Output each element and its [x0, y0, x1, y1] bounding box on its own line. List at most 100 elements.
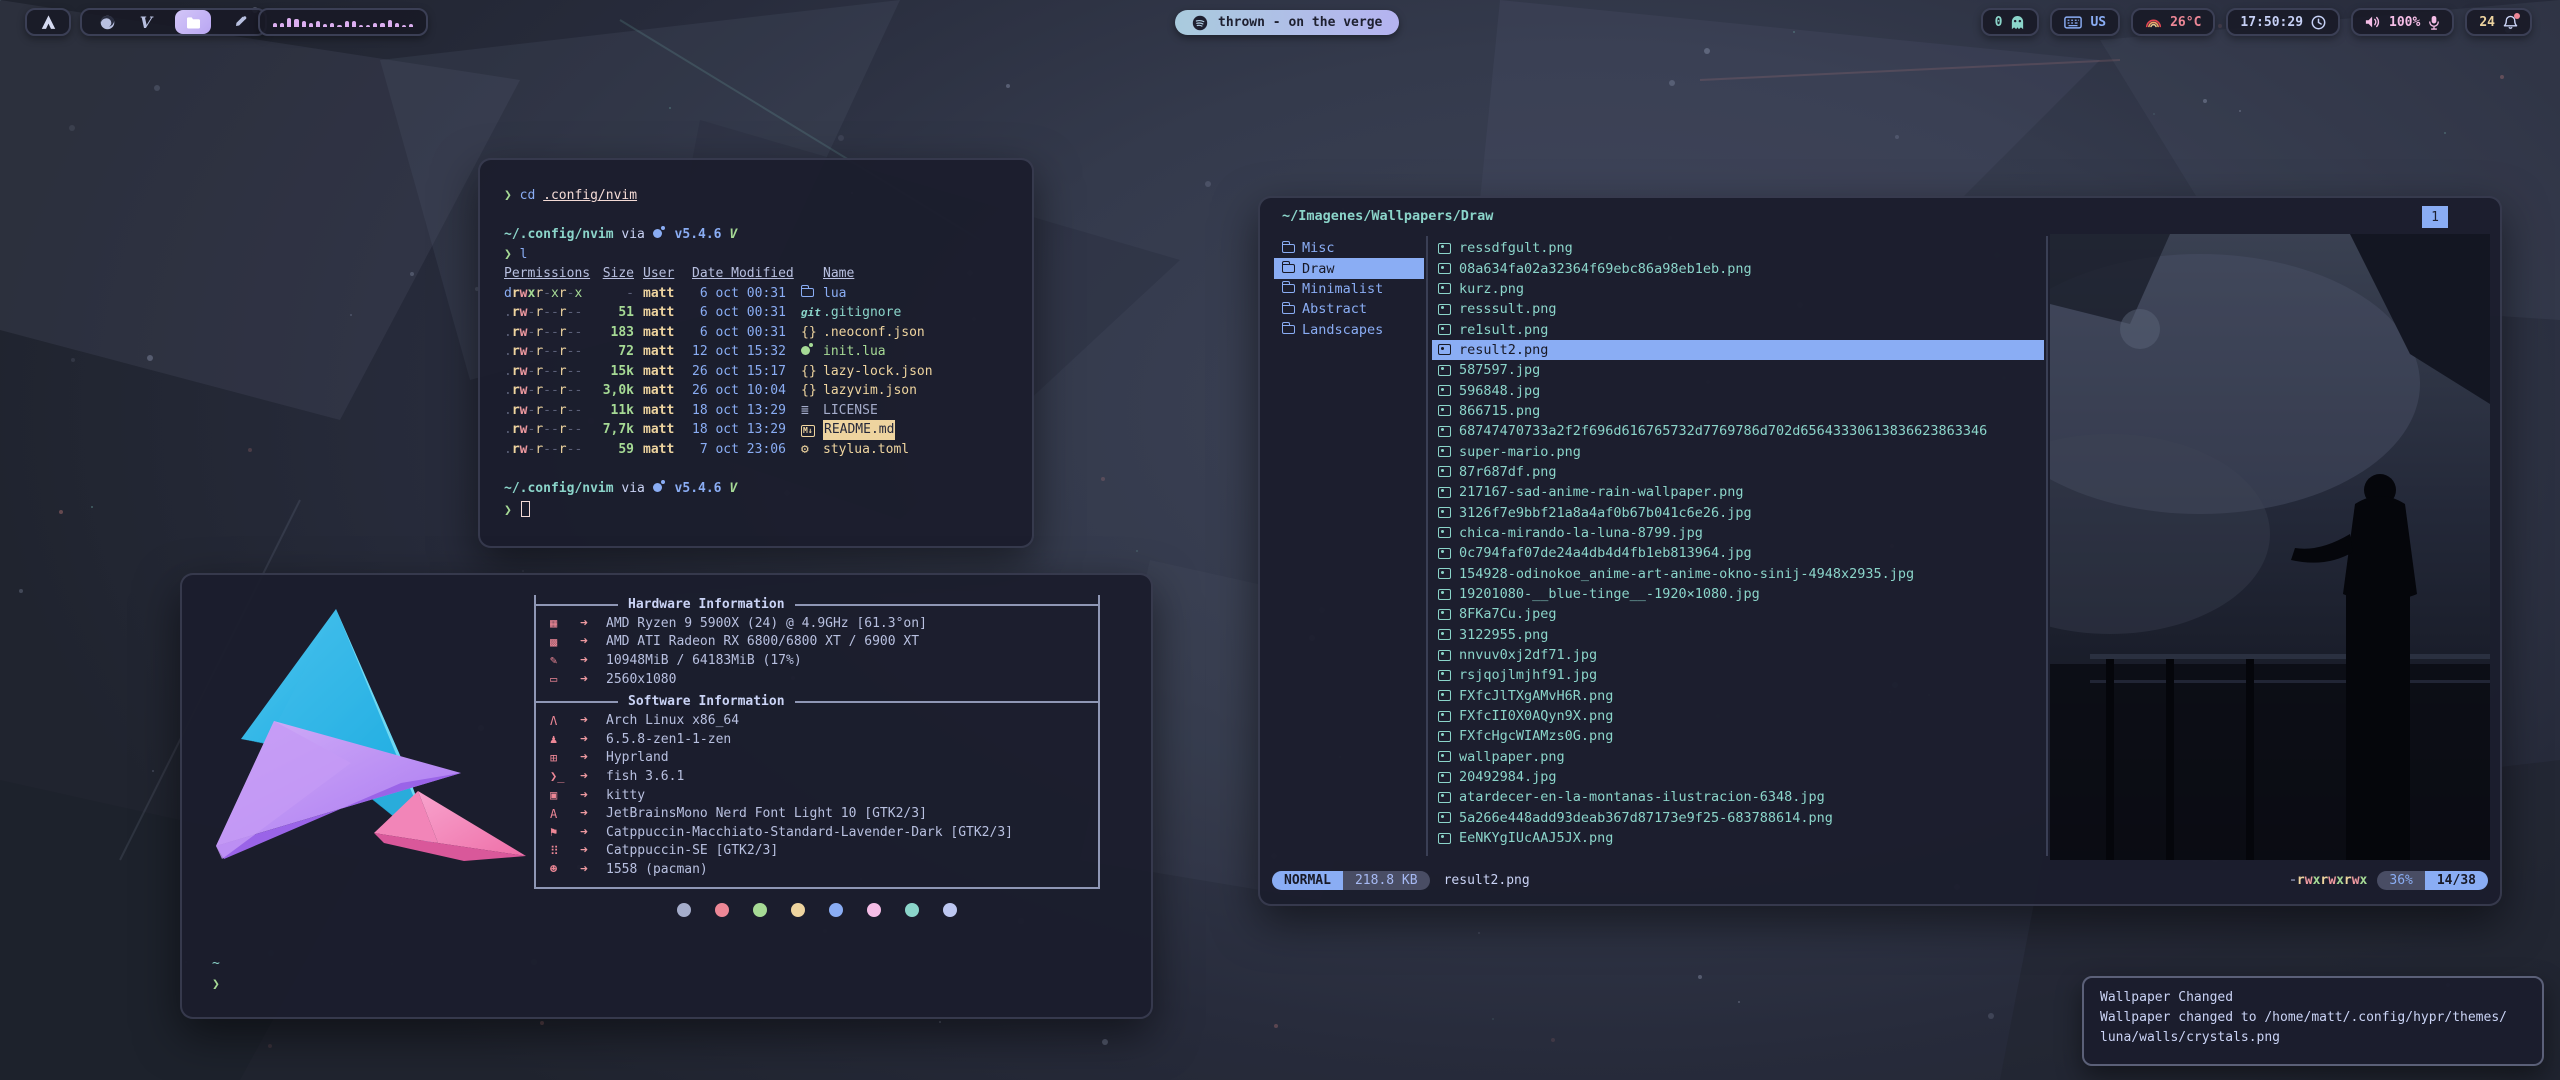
- updates-module[interactable]: 0: [1981, 8, 2040, 36]
- ls-permissions: .rw-r--r--: [504, 323, 592, 343]
- sidebar-item-label: Misc: [1302, 240, 1335, 256]
- file-row[interactable]: 0c794faf07de24a4db4d4fb1eb813964.jpg: [1432, 543, 2044, 563]
- notification-popup[interactable]: Wallpaper Changed Wallpaper changed to /…: [2082, 976, 2544, 1066]
- file-row[interactable]: 3122955.png: [1432, 625, 2044, 645]
- file-name: wallpaper.png: [1459, 749, 1565, 765]
- clock-icon: [2311, 15, 2326, 30]
- sidebar-item-misc[interactable]: Misc: [1274, 238, 1424, 258]
- ls-size: 7,7k: [592, 420, 634, 440]
- markdown-icon: M↓: [801, 425, 815, 437]
- ls-row: .rw-r--r--11kmatt18 oct 13:29≣LICENSE: [504, 401, 1008, 421]
- file-row[interactable]: atardecer-en-la-montanas-ilustracion-634…: [1432, 787, 2044, 807]
- cava-bar: [380, 23, 384, 27]
- file-name: atardecer-en-la-montanas-ilustracion-634…: [1459, 789, 1825, 805]
- file-row[interactable]: 20492984.jpg: [1432, 767, 2044, 787]
- arrow-icon: ➜: [580, 713, 606, 728]
- file-row[interactable]: rsjqojlmjhf91.jpg: [1432, 665, 2044, 685]
- file-row[interactable]: FXfcJlTXgAMvH6R.png: [1432, 686, 2044, 706]
- clock-module[interactable]: 17:50:29: [2226, 8, 2340, 36]
- keyboard-layout-module[interactable]: US: [2050, 8, 2120, 36]
- gpu-icon: ▩: [550, 635, 580, 649]
- sidebar-item-abstract[interactable]: Abstract: [1274, 299, 1424, 319]
- file-row[interactable]: 596848.jpg: [1432, 380, 2044, 400]
- file-row[interactable]: ressdfgult.png: [1432, 238, 2044, 258]
- file-row[interactable]: FXfcHgcWIAMzs0G.png: [1432, 726, 2044, 746]
- image-icon: [1438, 487, 1451, 498]
- file-row[interactable]: 19201080-__blue-tinge__-1920×1080.jpg: [1432, 584, 2044, 604]
- ls-user: matt: [643, 342, 683, 362]
- fetch-logo: [206, 591, 536, 991]
- fm-tab-badge[interactable]: 1: [2422, 206, 2448, 228]
- weather-module[interactable]: 26°C: [2131, 8, 2215, 36]
- file-row[interactable]: result2.png: [1432, 340, 2044, 360]
- ls-size: 51: [592, 303, 634, 323]
- arrow-icon: ➜: [580, 653, 606, 668]
- lua-icon: [801, 346, 810, 355]
- file-row[interactable]: 217167-sad-anime-rain-wallpaper.png: [1432, 482, 2044, 502]
- media-player-widget[interactable]: thrown - on the verge: [1175, 10, 1399, 35]
- file-row[interactable]: 866715.png: [1432, 401, 2044, 421]
- folder-icon: [1282, 305, 1295, 314]
- audio-module[interactable]: 100%: [2351, 8, 2454, 36]
- file-row[interactable]: chica-mirando-la-luna-8799.jpg: [1432, 523, 2044, 543]
- sidebar-item-landscapes[interactable]: Landscapes: [1274, 320, 1424, 340]
- folder-icon: [1282, 284, 1295, 293]
- file-row[interactable]: 8FKa7Cu.jpeg: [1432, 604, 2044, 624]
- palette-dots: [534, 903, 1100, 917]
- image-icon: [1438, 629, 1451, 640]
- file-row[interactable]: nnvuv0xj2df71.jpg: [1432, 645, 2044, 665]
- ls-date: 6 oct 00:31: [692, 284, 792, 304]
- file-row[interactable]: super-mario.png: [1432, 441, 2044, 461]
- image-icon: [1438, 589, 1451, 600]
- file-row[interactable]: 5a266e448add93deab367d87173e9f25-6837886…: [1432, 808, 2044, 828]
- image-icon: [1438, 711, 1451, 722]
- workspace-firefox-icon[interactable]: [97, 12, 117, 32]
- ls-row: drwxr-xr-x-matt 6 oct 00:31lua: [504, 284, 1008, 304]
- keyboard-layout: US: [2090, 15, 2106, 30]
- arrow-icon: ➜: [580, 825, 606, 840]
- ls-row: .rw-r--r--183matt 6 oct 00:31{}.neoconf.…: [504, 323, 1008, 343]
- file-row[interactable]: 68747470733a2f2f696d616765732d7769786d70…: [1432, 421, 2044, 441]
- sidebar-item-minimalist[interactable]: Minimalist: [1274, 279, 1424, 299]
- cava-bar: [388, 20, 392, 27]
- fm-parent-list: Misc DrawMinimalistAbstractLandscapes: [1274, 238, 1424, 340]
- image-icon: [1438, 385, 1451, 396]
- ls-permissions: drwxr-xr-x: [504, 284, 592, 304]
- file-row[interactable]: 3126f7e9bbf21a8a4af0b67b041c6e26.jpg: [1432, 502, 2044, 522]
- launcher-button[interactable]: [25, 8, 71, 36]
- folder-icon: [1282, 264, 1295, 273]
- scroll-percent-badge: 36%: [2377, 871, 2424, 890]
- image-icon: [1438, 283, 1451, 294]
- file-row[interactable]: kurz.png: [1432, 279, 2044, 299]
- notification-count: 24: [2479, 15, 2495, 30]
- fetch-row: A➜JetBrainsMono Nerd Font Light 10 [GTK2…: [536, 804, 1098, 823]
- file-name: 596848.jpg: [1459, 383, 1540, 399]
- file-row[interactable]: resssult.png: [1432, 299, 2044, 319]
- file-row[interactable]: FXfcII0X0AQyn9X.png: [1432, 706, 2044, 726]
- workspace-paint-icon[interactable]: [230, 12, 250, 32]
- fetch-value: Catppuccin-SE [GTK2/3]: [606, 843, 778, 858]
- file-row[interactable]: 87r687df.png: [1432, 462, 2044, 482]
- notifications-module[interactable]: 24: [2465, 8, 2532, 36]
- workspace-vim-icon[interactable]: V: [136, 12, 156, 32]
- file-row[interactable]: 08a634fa02a32364f69ebc86a98eb1eb.png: [1432, 258, 2044, 278]
- image-icon: [1438, 731, 1451, 742]
- file-name: rsjqojlmjhf91.jpg: [1459, 667, 1597, 683]
- ls-header-row: PermissionsSizeUserDate Modified Name: [504, 264, 1008, 284]
- cava-visualizer: [258, 8, 428, 36]
- file-row[interactable]: wallpaper.png: [1432, 747, 2044, 767]
- file-name: FXfcJlTXgAMvH6R.png: [1459, 688, 1613, 704]
- cava-bar: [352, 21, 356, 27]
- file-row[interactable]: re1sult.png: [1432, 319, 2044, 339]
- file-name: EeNKYgIUcAAJ5JX.png: [1459, 830, 1613, 846]
- file-row[interactable]: 587597.jpg: [1432, 360, 2044, 380]
- file-row[interactable]: 154928-odinokoe_anime-art-anime-okno-sin…: [1432, 564, 2044, 584]
- terminal-cursor[interactable]: [521, 501, 530, 517]
- system-tray: 0 US 26°C 17:50:29: [1981, 0, 2532, 28]
- fetch-row: ▭➜2560x1080: [536, 670, 1098, 689]
- lua-version: v5.4.6: [675, 479, 722, 499]
- workspace-files-active[interactable]: [175, 10, 211, 34]
- kernel-icon: ♟: [550, 732, 580, 746]
- sidebar-item-draw[interactable]: Draw: [1274, 258, 1424, 278]
- file-row[interactable]: EeNKYgIUcAAJ5JX.png: [1432, 828, 2044, 848]
